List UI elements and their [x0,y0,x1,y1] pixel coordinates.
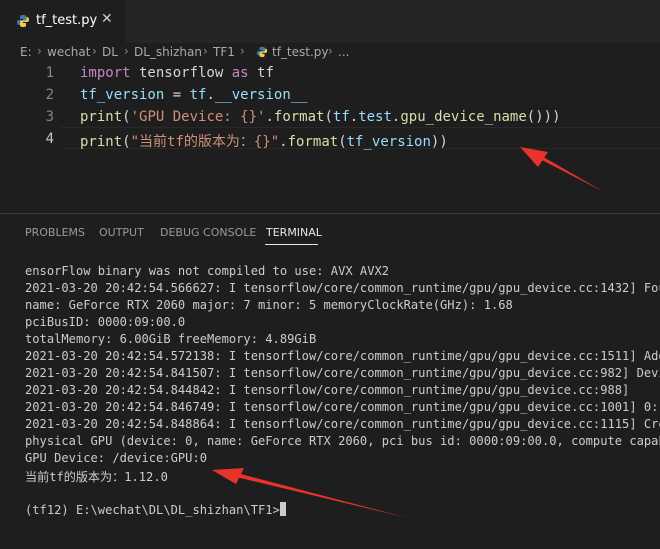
line-number: 2 [45,87,54,103]
line-number: 1 [45,65,54,81]
code-token: ( [324,109,333,125]
code-token: )) [430,134,448,150]
python-file-icon [256,46,268,58]
terminal-cursor [279,502,286,516]
terminal-line: ensorFlow binary was not compiled to use… [25,264,390,278]
code-token: ( [338,134,347,150]
python-file-icon [16,13,30,27]
terminal-line: 2021-03-20 20:42:54.841507: I tensorflow… [25,366,660,380]
terminal-prompt-line: (tf12) E:\wechat\DL\DL_shizhan\TF1> [25,502,286,517]
code-line[interactable]: import tensorflow as tf [80,65,274,81]
code-line[interactable]: print('GPU Device: {}'.format(tf.test.gp… [80,109,561,125]
code-token: format [273,109,325,125]
active-tab-indicator [265,244,318,245]
bottom-panel: PROBLEMS OUTPUT DEBUG CONSOLE TERMINAL e… [0,214,660,549]
code-token: tf_version [346,134,431,150]
breadcrumb-item-wechat[interactable]: wechat [47,45,90,59]
line-number: 4 [45,131,54,147]
code-token: tf [248,65,274,81]
code-token: tensorflow [130,65,232,81]
code-token: = [164,87,190,103]
code-token: gpu_device_name [400,109,527,125]
code-token: ( [122,109,131,125]
code-token: "当前tf的版本为：{}" [130,134,280,150]
code-token: format [287,134,339,150]
terminal-line: 2021-03-20 20:42:54.572138: I tensorflow… [25,349,660,363]
terminal-line: 2021-03-20 20:42:54.846749: I tensorflow… [25,400,660,414]
code-line[interactable]: print("当前tf的版本为：{}".format(tf_version)) [80,131,448,151]
code-token: test [358,109,392,125]
code-token: . [265,109,274,125]
chevron-right-icon: › [92,44,97,58]
breadcrumb-item-drive[interactable]: E: [20,45,32,59]
editor-tab-bar: tf_test.py ✕ [0,0,660,43]
code-token: 'GPU Device: {}' [130,109,266,125]
chevron-right-icon: › [328,44,333,58]
code-token: ( [122,134,131,150]
code-token: . [349,109,359,125]
terminal-line: GPU Device: /device:GPU:0 [25,451,208,465]
chevron-right-icon: › [124,44,129,58]
code-token: . [206,87,215,103]
breadcrumb-item-tf1[interactable]: TF1 [213,45,235,59]
terminal-line: 2021-03-20 20:42:54.566627: I tensorflow… [25,281,660,295]
terminal-line: physical GPU (device: 0, name: GeForce R… [25,434,660,448]
code-token: . [279,134,288,150]
code-token: as [231,65,249,81]
breadcrumb-item-dl[interactable]: DL [102,45,118,59]
chevron-right-icon: › [203,44,208,58]
code-line[interactable]: tf_version = tf.__version__ [80,87,308,103]
terminal-line: 当前tf的版本为：1.12.0 [25,470,168,484]
tab-output[interactable]: OUTPUT [99,226,144,239]
terminal-line: name: GeForce RTX 2060 major: 7 minor: 5… [25,298,513,312]
tab-debug-console[interactable]: DEBUG CONSOLE [160,226,256,239]
tab-tf-test-py[interactable]: tf_test.py ✕ [0,0,126,43]
close-icon[interactable]: ✕ [101,11,113,27]
terminal-line: 2021-03-20 20:42:54.848864: I tensorflow… [25,417,660,431]
terminal-output[interactable]: ensorFlow binary was not compiled to use… [25,264,660,549]
tab-terminal[interactable]: TERMINAL [266,226,322,239]
code-token: print [80,134,123,150]
code-token: __version__ [214,87,308,103]
code-token: tf [189,87,207,103]
code-editor[interactable]: 1 2 3 4 import tensorflow as tf tf_versi… [0,63,660,213]
breadcrumb-item-file[interactable]: tf_test.py [272,45,329,59]
breadcrumb: E: › wechat › DL › DL_shizhan › TF1 › tf… [0,43,660,63]
line-number: 3 [45,109,54,125]
breadcrumb-item-more[interactable]: ... [338,45,349,59]
breadcrumb-item-dl-shizhan[interactable]: DL_shizhan [134,45,202,59]
terminal-line: 2021-03-20 20:42:54.844842: I tensorflow… [25,383,660,397]
tab-filename: tf_test.py [36,13,98,28]
chevron-right-icon: › [37,44,42,58]
code-token: print [80,109,123,125]
code-token: ())) [526,109,561,125]
code-token: tf [332,109,350,125]
chevron-right-icon: › [240,44,245,58]
terminal-prompt: (tf12) E:\wechat\DL\DL_shizhan\TF1> [25,503,280,517]
terminal-line: totalMemory: 6.00GiB freeMemory: 4.89GiB [25,332,317,346]
code-token: import [80,65,131,81]
terminal-line: pciBusID: 0000:09:00.0 [25,315,186,329]
tab-problems[interactable]: PROBLEMS [25,226,85,239]
code-token: tf_version [80,87,165,103]
